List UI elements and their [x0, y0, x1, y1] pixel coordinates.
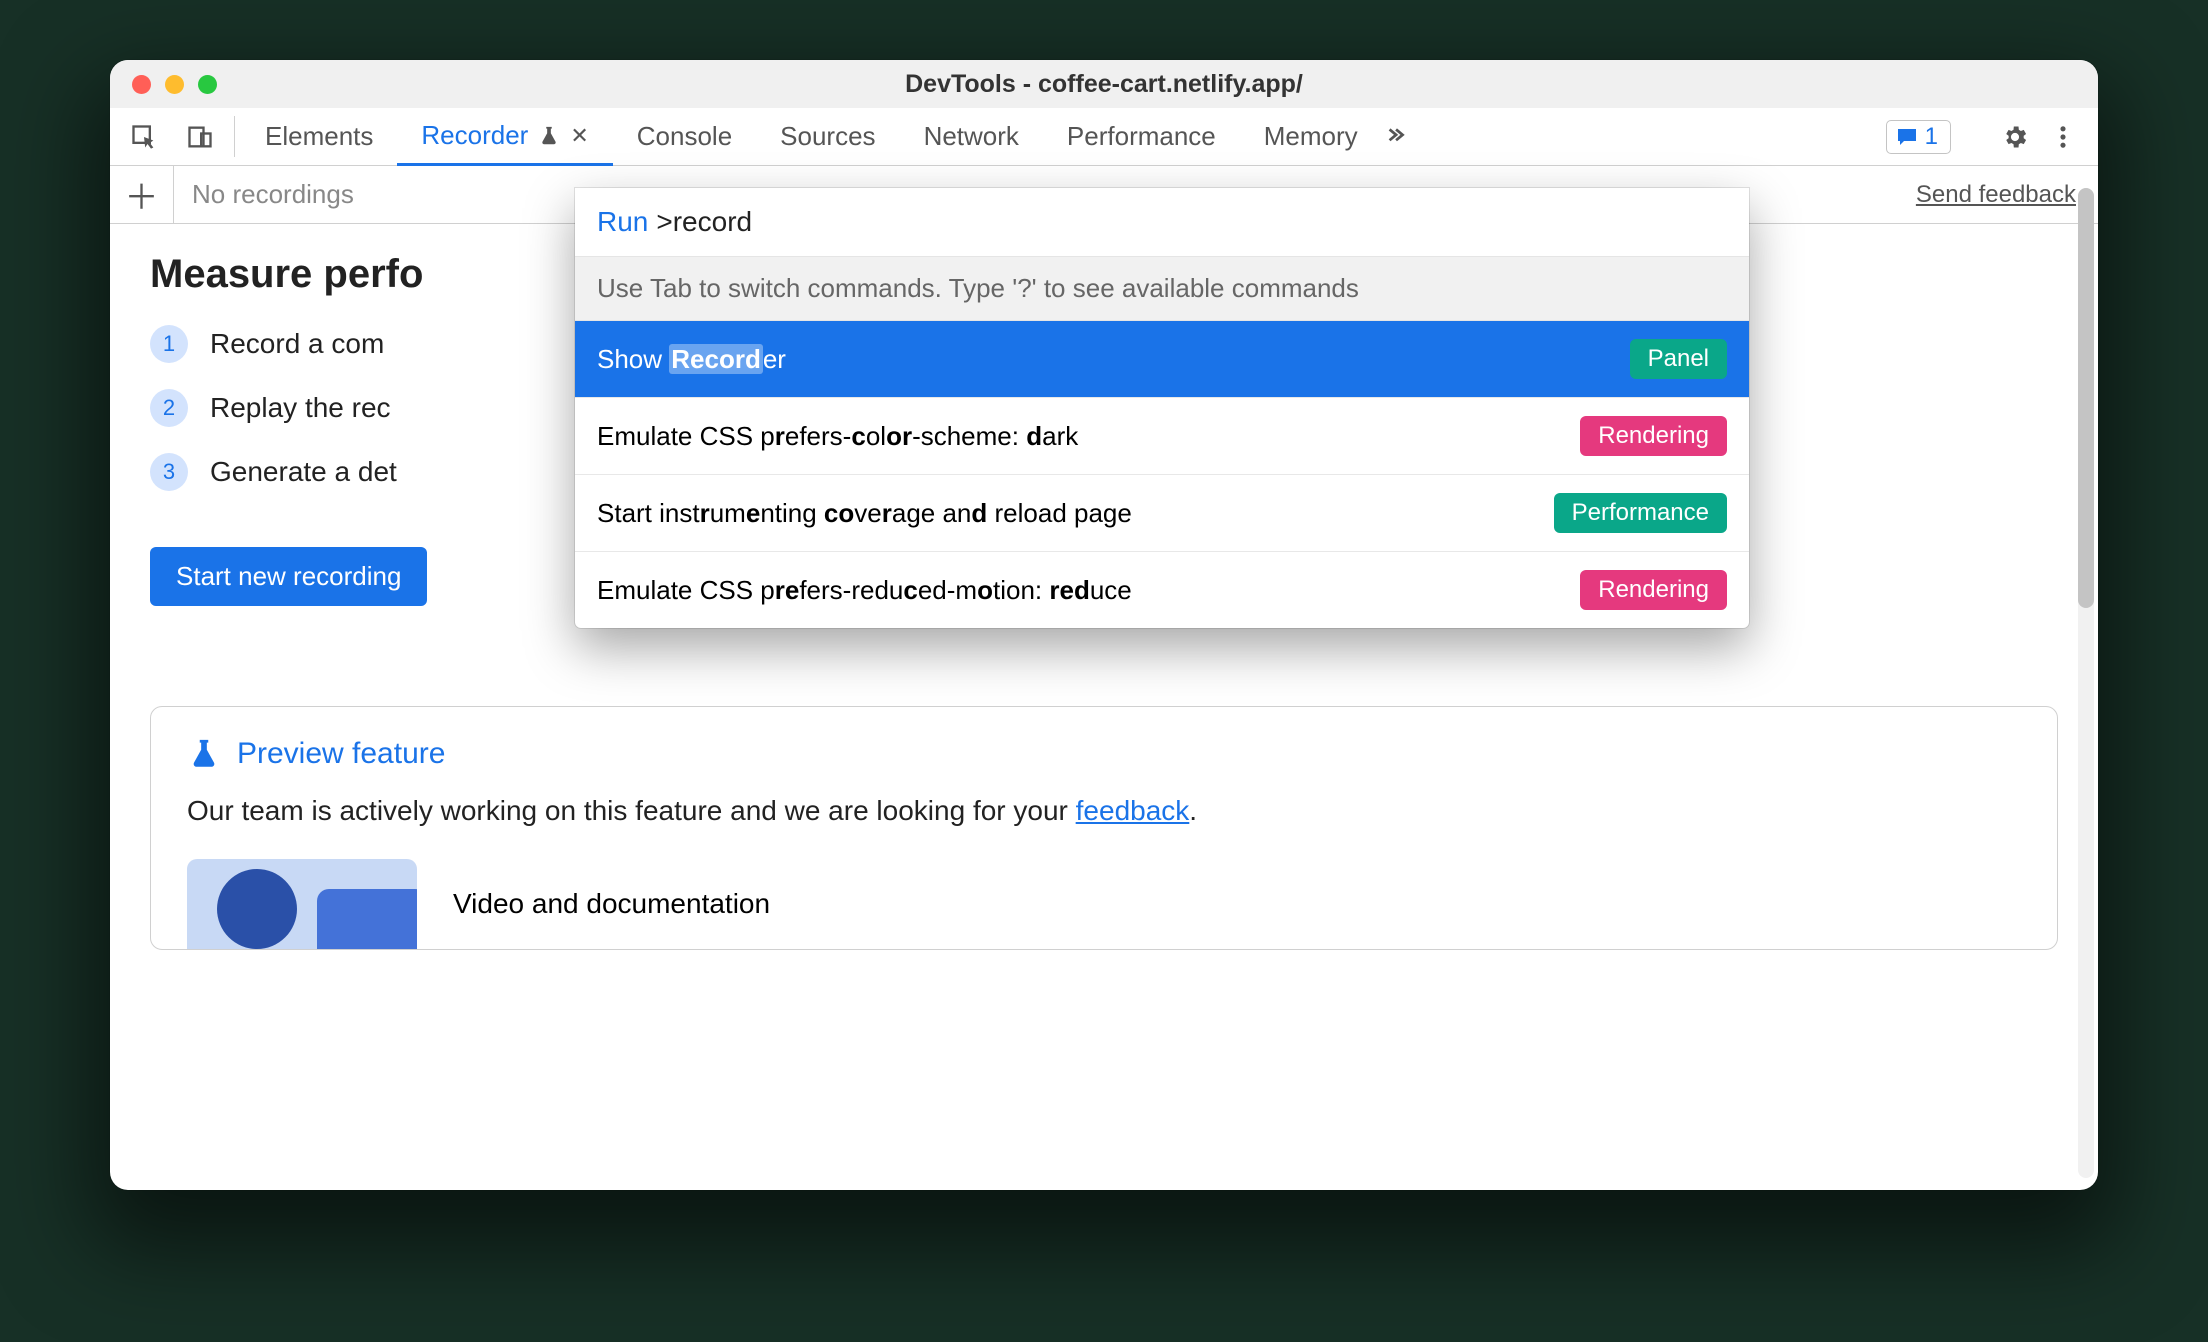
- messages-count: 1: [1925, 123, 1938, 151]
- scrollbar-thumb[interactable]: [2078, 188, 2094, 608]
- tab-label: Memory: [1264, 121, 1358, 152]
- preview-body: Our team is actively working on this fea…: [187, 795, 2021, 827]
- tab-network[interactable]: Network: [900, 108, 1043, 165]
- tabstrip: Elements Recorder ✕ Console Sources Netw…: [110, 108, 2098, 166]
- palette-mode-label: Run: [597, 206, 648, 238]
- palette-item-badge: Performance: [1554, 493, 1727, 533]
- window-title: DevTools - coffee-cart.netlify.app/: [110, 70, 2098, 99]
- palette-item[interactable]: Emulate CSS prefers-color-scheme: dark Re…: [575, 398, 1749, 475]
- palette-hint: Use Tab to switch commands. Type '?' to …: [575, 256, 1749, 321]
- tab-label: Console: [637, 121, 732, 152]
- palette-item-label: Emulate CSS prefers-color-scheme: dark: [597, 421, 1078, 452]
- palette-item-label: Show Recorder: [597, 344, 786, 375]
- tab-sources[interactable]: Sources: [756, 108, 899, 165]
- close-window-button[interactable]: [132, 75, 151, 94]
- preview-title: Preview feature: [237, 737, 445, 771]
- inspect-element-icon[interactable]: [116, 108, 172, 165]
- preview-body-pre: Our team is actively working on this fea…: [187, 795, 1076, 826]
- titlebar: DevTools - coffee-cart.netlify.app/: [110, 60, 2098, 108]
- maximize-window-button[interactable]: [198, 75, 217, 94]
- tab-recorder[interactable]: Recorder ✕: [397, 108, 612, 166]
- step-text: Replay the rec: [210, 392, 391, 424]
- video-thumbnail[interactable]: [187, 859, 417, 949]
- tab-label: Recorder: [421, 120, 528, 151]
- more-tabs-chevron-icon[interactable]: [1382, 108, 1408, 165]
- messages-badge[interactable]: 1: [1886, 120, 1951, 154]
- video-docs-label: Video and documentation: [453, 888, 770, 920]
- add-recording-button[interactable]: ＋: [110, 166, 174, 223]
- palette-item[interactable]: Start instrumenting coverage and reload …: [575, 475, 1749, 552]
- tab-label: Sources: [780, 121, 875, 152]
- palette-query-text: >record: [656, 206, 752, 238]
- step-number: 2: [150, 389, 188, 427]
- palette-item-label: Emulate CSS prefers-reduced-motion: redu…: [597, 575, 1132, 606]
- palette-input-row[interactable]: Run >record: [575, 188, 1749, 256]
- no-recordings-label: No recordings: [174, 179, 354, 210]
- message-icon: [1895, 125, 1919, 149]
- palette-item-badge: Panel: [1630, 339, 1727, 379]
- step-number: 3: [150, 453, 188, 491]
- minimize-window-button[interactable]: [165, 75, 184, 94]
- command-palette: Run >record Use Tab to switch commands. …: [575, 188, 1749, 628]
- kebab-menu-icon[interactable]: [2048, 122, 2078, 152]
- traffic-lights: [110, 75, 217, 94]
- palette-item[interactable]: Emulate CSS prefers-reduced-motion: redu…: [575, 552, 1749, 628]
- feedback-link[interactable]: feedback: [1076, 795, 1190, 826]
- palette-item-badge: Rendering: [1580, 570, 1727, 610]
- video-docs-row: Video and documentation: [187, 859, 2021, 949]
- preview-header: Preview feature: [187, 737, 2021, 771]
- tab-console[interactable]: Console: [613, 108, 756, 165]
- step-number: 1: [150, 325, 188, 363]
- preview-body-post: .: [1189, 795, 1197, 826]
- start-new-recording-button[interactable]: Start new recording: [150, 547, 427, 606]
- tab-label: Performance: [1067, 121, 1216, 152]
- tab-label: Elements: [265, 121, 373, 152]
- step-text: Generate a det: [210, 456, 397, 488]
- close-tab-icon[interactable]: ✕: [570, 123, 588, 149]
- preview-feature-card: Preview feature Our team is actively wor…: [150, 706, 2058, 950]
- separator: [234, 116, 235, 157]
- send-feedback-link[interactable]: Send feedback: [1916, 181, 2076, 209]
- tab-performance[interactable]: Performance: [1043, 108, 1240, 165]
- tab-memory[interactable]: Memory: [1240, 108, 1382, 165]
- flask-icon: [187, 737, 221, 771]
- device-toolbar-icon[interactable]: [172, 108, 228, 165]
- settings-icon[interactable]: [2000, 122, 2030, 152]
- palette-item-badge: Rendering: [1580, 416, 1727, 456]
- devtools-window: DevTools - coffee-cart.netlify.app/ Elem…: [110, 60, 2098, 1190]
- tab-elements[interactable]: Elements: [241, 108, 397, 165]
- scrollbar-track[interactable]: [2078, 188, 2094, 1178]
- step-text: Record a com: [210, 328, 384, 360]
- tab-label: Network: [924, 121, 1019, 152]
- tabstrip-right: 1: [1886, 108, 2098, 165]
- palette-item[interactable]: Show Recorder Panel: [575, 321, 1749, 398]
- flask-icon: [538, 125, 560, 147]
- palette-item-label: Start instrumenting coverage and reload …: [597, 498, 1132, 529]
